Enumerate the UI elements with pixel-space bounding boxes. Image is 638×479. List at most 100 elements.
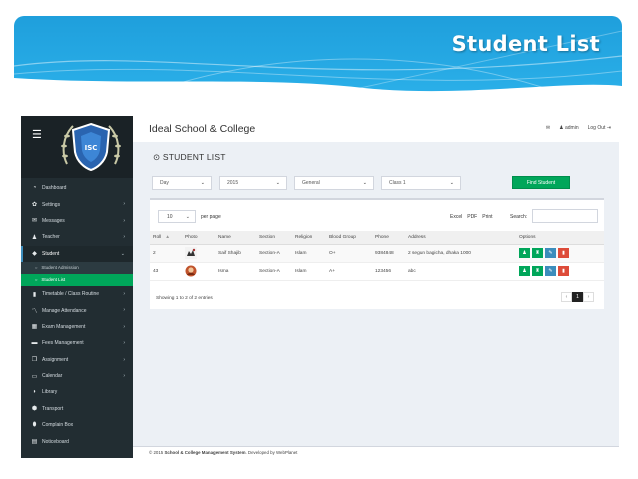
footer-system-name: School & College Management System: [164, 450, 246, 455]
sidebar-item-timetable-class-routine[interactable]: ▮ Timetable / Class Routine ›: [21, 286, 133, 302]
mark-sheet-icon[interactable]: ♜: [532, 248, 543, 258]
row-actions: ♟ ♜ ✎ ▮: [519, 266, 604, 276]
chevron-right-icon: ›: [123, 201, 125, 208]
chevron-down-icon: ⌄: [185, 214, 190, 220]
calendar-icon: ▭: [31, 373, 38, 380]
search-input[interactable]: [532, 209, 598, 223]
map-marker-icon: ⬢: [31, 406, 38, 413]
page-title-text: STUDENT LIST: [162, 152, 226, 162]
logout-link[interactable]: Log Out ⇥: [588, 125, 611, 131]
page-length-select[interactable]: 10 ⌄: [158, 210, 196, 223]
column-header-address[interactable]: Address: [405, 231, 516, 245]
column-label: Roll: [153, 234, 162, 240]
cell-name: Saif Shajib: [215, 244, 256, 263]
user-icon: ♟: [559, 125, 564, 131]
page-button-current[interactable]: 1: [572, 292, 583, 302]
circle-icon: ○: [35, 277, 38, 283]
school-logo: ISC: [57, 120, 125, 179]
row-actions: ♟ ♜ ✎ ▮: [519, 248, 604, 258]
sidebar-item-teacher[interactable]: ♟ Teacher ›: [21, 229, 133, 245]
cell-photo: [182, 262, 215, 281]
building-icon: ▦: [31, 324, 38, 331]
money-icon: ▬: [31, 340, 38, 347]
delete-trash-icon[interactable]: ▮: [558, 248, 569, 258]
chevron-down-icon: ⌄: [275, 180, 280, 186]
delete-trash-icon[interactable]: ▮: [558, 266, 569, 276]
sidebar-item-label: Manage Attendance: [42, 307, 87, 314]
mark-sheet-icon[interactable]: ♜: [532, 266, 543, 276]
cell-address: 2 segun bagicha, dhaka 1000: [405, 244, 516, 263]
column-header-photo: Photo: [182, 231, 215, 245]
pagination: ‹ 1 ›: [561, 292, 594, 302]
sidebar-item-noticeboard[interactable]: ▤ Noticeboard: [21, 433, 133, 449]
sidebar-nav: ◔ Dashboard ✿ Settings › ✉ Messages › ♟ Teacher › ◆…: [21, 178, 133, 450]
logout-label: Log Out: [587, 125, 606, 131]
user-account-link[interactable]: ♟ admin: [559, 125, 579, 131]
sidebar-item-label: Complain Box: [42, 422, 74, 429]
footer-developer: . Developed by WebPlanet: [245, 450, 298, 455]
bar-chart-icon: ▮: [32, 291, 37, 298]
column-header-blood-group[interactable]: Blood Group: [326, 231, 372, 245]
shift-select[interactable]: Day ⌄: [152, 176, 212, 190]
sidebar-subitem-student-admission[interactable]: ○ Student Admission: [21, 261, 133, 274]
column-header-religion[interactable]: Religion: [292, 231, 326, 245]
per-page-label: per page: [201, 214, 221, 220]
edit-pencil-icon[interactable]: ✎: [545, 248, 556, 258]
sidebar-item-label: Exam Management: [42, 323, 86, 330]
table-header-row: Roll ▲ Photo Name Section Religion Blood …: [150, 231, 604, 245]
chevron-down-icon: ⌄: [120, 250, 125, 257]
export-buttons: Excel PDF Print: [450, 214, 493, 220]
column-header-roll[interactable]: Roll ▲: [150, 231, 182, 245]
cell-phone: 9384848: [372, 244, 405, 263]
svg-text:ISC: ISC: [85, 144, 98, 152]
cell-section: Section-A: [256, 262, 292, 281]
chevron-right-icon: ›: [123, 290, 125, 297]
group-value: General: [302, 180, 320, 186]
sidebar-item-calendar[interactable]: ▭ Calendar ›: [21, 368, 133, 384]
chevron-right-icon: ›: [123, 217, 125, 224]
view-profile-icon[interactable]: ♟: [519, 248, 530, 258]
search-label: Search:: [510, 214, 528, 220]
sidebar-item-settings[interactable]: ✿ Settings ›: [21, 196, 133, 212]
sidebar-item-exam-management[interactable]: ▦ Exam Management ›: [21, 319, 133, 335]
excel-button[interactable]: Excel: [450, 214, 462, 220]
next-page-button[interactable]: ›: [583, 292, 594, 302]
sidebar-item-messages[interactable]: ✉ Messages ›: [21, 213, 133, 229]
graduation-cap-icon: ◆: [32, 251, 37, 258]
sidebar-subitem-student-list[interactable]: ○ Student List: [21, 273, 133, 286]
column-header-name[interactable]: Name: [215, 231, 256, 245]
sidebar-item-complain-box[interactable]: ⬮ Complain Box: [21, 417, 133, 433]
prev-page-button[interactable]: ‹: [561, 292, 572, 302]
sidebar-item-library[interactable]: ◗ Library: [21, 384, 133, 400]
copy-icon: ❐: [31, 357, 38, 364]
sidebar-item-fees-management[interactable]: ▬ Fees Management ›: [21, 335, 133, 351]
sidebar-item-assignment[interactable]: ❐ Assignment ›: [21, 352, 133, 368]
sidebar-item-label: Settings: [42, 201, 61, 208]
pdf-button[interactable]: PDF: [467, 214, 477, 220]
print-button[interactable]: Print: [482, 214, 492, 220]
sidebar-item-student[interactable]: ◆ Student ⌄: [21, 245, 133, 262]
column-header-section[interactable]: Section: [256, 231, 292, 245]
class-value: Class 1: [389, 180, 406, 186]
cell-phone: 123456: [372, 262, 405, 281]
view-profile-icon[interactable]: ♟: [519, 266, 530, 276]
mail-icon[interactable]: ✉: [546, 125, 550, 131]
student-table: Roll ▲ Photo Name Section Religion Blood …: [150, 231, 604, 281]
cell-religion: Islam: [292, 262, 326, 281]
menu-toggle-icon[interactable]: ☰: [32, 128, 42, 141]
sidebar-item-manage-attendance[interactable]: 〽 Manage Attendance ›: [21, 302, 133, 318]
sidebar-item-label: Fees Management: [42, 340, 84, 347]
cell-photo: [182, 244, 215, 263]
sidebar-item-dashboard[interactable]: ◔ Dashboard: [21, 180, 133, 196]
edit-pencil-icon[interactable]: ✎: [545, 266, 556, 276]
group-select[interactable]: General ⌄: [294, 176, 374, 190]
dashboard-icon: ◔: [32, 185, 37, 192]
sidebar-item-label: Noticeboard: [42, 438, 69, 445]
users-icon: ♟: [31, 234, 38, 241]
year-select[interactable]: 2015 ⌄: [219, 176, 287, 190]
class-select[interactable]: Class 1 ⌄: [381, 176, 461, 190]
sidebar-item-label: Calendar: [42, 373, 63, 380]
column-header-phone[interactable]: Phone: [372, 231, 405, 245]
find-student-button[interactable]: Find Student: [512, 176, 570, 189]
sidebar-item-transport[interactable]: ⬢ Transport: [21, 401, 133, 417]
